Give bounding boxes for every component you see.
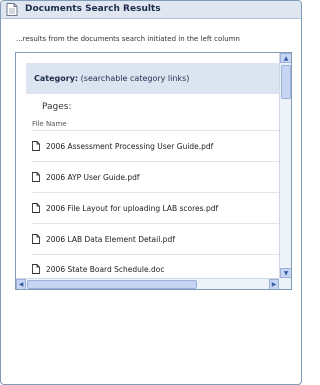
document-icon <box>6 3 18 16</box>
horizontal-scrollbar[interactable]: ◀ ▶ <box>16 278 279 289</box>
horizontal-scroll-thumb[interactable] <box>27 280 197 289</box>
scroll-up-button[interactable]: ▲ <box>280 53 291 63</box>
file-icon <box>32 234 40 244</box>
file-link[interactable]: 2006 Assessment Processing User Guide.pd… <box>46 142 213 151</box>
documents-search-results-panel: Documents Search Results ...results from… <box>0 0 302 385</box>
file-icon <box>32 264 40 274</box>
file-link[interactable]: 2006 LAB Data Element Detail.pdf <box>46 235 175 244</box>
file-icon <box>32 141 40 151</box>
results-description: ...results from the documents search ini… <box>16 35 240 43</box>
panel-header: Documents Search Results <box>1 1 301 19</box>
file-row[interactable]: 2006 File Layout for uploading LAB score… <box>32 193 279 224</box>
results-frame: Category: (searchable category links) Pa… <box>15 52 292 290</box>
results-content: Category: (searchable category links) Pa… <box>16 53 279 278</box>
scrollbar-corner <box>279 278 291 289</box>
category-text: Category: (searchable category links) <box>34 74 189 83</box>
file-link[interactable]: 2006 File Layout for uploading LAB score… <box>46 204 218 213</box>
file-icon <box>32 172 40 182</box>
vertical-scroll-thumb[interactable] <box>281 65 291 99</box>
scroll-down-button[interactable]: ▼ <box>280 268 291 278</box>
scroll-left-button[interactable]: ◀ <box>16 279 26 289</box>
scroll-right-button[interactable]: ▶ <box>269 279 279 289</box>
panel-title: Documents Search Results <box>25 4 161 14</box>
file-icon <box>32 203 40 213</box>
vertical-scrollbar[interactable]: ▲ ▼ <box>279 53 291 278</box>
category-label: Category: <box>34 74 79 83</box>
category-bar: Category: (searchable category links) <box>26 63 279 94</box>
file-name-column-header: File Name <box>32 120 67 128</box>
file-row[interactable]: 2006 Assessment Processing User Guide.pd… <box>32 131 279 162</box>
file-link[interactable]: 2006 AYP User Guide.pdf <box>46 173 140 182</box>
file-row[interactable]: 2006 AYP User Guide.pdf <box>32 162 279 193</box>
file-row[interactable]: 2006 LAB Data Element Detail.pdf <box>32 224 279 255</box>
file-row[interactable]: 2006 State Board Schedule.doc <box>32 255 279 278</box>
category-links-text[interactable]: (searchable category links) <box>81 74 190 83</box>
file-link[interactable]: 2006 State Board Schedule.doc <box>46 265 164 274</box>
pages-label: Pages: <box>42 102 72 112</box>
